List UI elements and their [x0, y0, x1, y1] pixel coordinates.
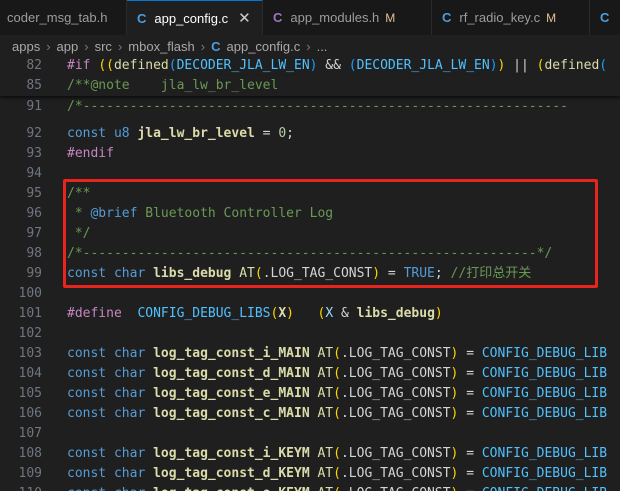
c-file-icon: C: [600, 10, 610, 25]
tab-label: coder_msg_tab.h: [7, 10, 108, 25]
line-number: 102: [18, 326, 42, 341]
code-line[interactable]: 91 /*------------------------------------…: [0, 97, 620, 117]
sticky-scroll-line[interactable]: 82 #if ((defined(DECODER_JLA_LW_EN) && (D…: [0, 57, 620, 76]
code-text: const char log_tag_const_i_MAIN AT(.LOG_…: [67, 346, 608, 361]
code-line[interactable]: 100: [0, 284, 620, 304]
code-text: #if ((defined(DECODER_JLA_LW_EN) && (DEC…: [67, 58, 608, 73]
code-text: #define CONFIG_DEBUG_LIBS(X) (X & libs_d…: [67, 306, 443, 321]
line-number: 104: [18, 366, 42, 381]
editor-tab-bar: coder_msg_tab.h Capp_config.c ✕ Capp_module…: [0, 0, 620, 35]
code-line[interactable]: 94: [0, 164, 620, 184]
modified-indicator: M: [546, 10, 557, 25]
code-text: /*--------------------------------------…: [67, 246, 553, 261]
modified-indicator: M: [385, 10, 396, 25]
chevron-right-icon: ›: [200, 38, 206, 54]
breadcrumb-item[interactable]: app: [57, 39, 79, 54]
code-text: const char log_tag_const_e_MAIN AT(.LOG_…: [67, 386, 608, 401]
code-line[interactable]: 97 */: [0, 224, 620, 244]
line-number: 105: [18, 386, 42, 401]
code-line[interactable]: 103 const char log_tag_const_i_MAIN AT(.L…: [0, 344, 620, 364]
line-number: 95: [26, 186, 42, 201]
sticky-scroll-line[interactable]: 85 /**@note jla_lw_br_level: [0, 76, 620, 96]
code-line[interactable]: 98 /*------------------------------------…: [0, 244, 620, 264]
line-number: 106: [18, 406, 42, 421]
code-text: const char log_tag_const_c_MAIN AT(.LOG_…: [67, 406, 608, 421]
code-line[interactable]: 96 * @brief Bluetooth Controller Log: [0, 204, 620, 224]
breadcrumb-item[interactable]: src: [95, 39, 112, 54]
tab-coder_msg_tab-h[interactable]: coder_msg_tab.h: [0, 0, 127, 35]
line-number: 94: [26, 166, 42, 181]
tab-app_modules-h[interactable]: Capp_modules.h M: [263, 0, 432, 35]
code-text: /**: [67, 186, 91, 201]
chevron-right-icon: ›: [117, 38, 123, 54]
code-text: const char log_tag_const_i_KEYM AT(.LOG_…: [67, 446, 608, 461]
tab-app_config-c[interactable]: Capp_config.c ✕: [127, 0, 263, 35]
tab-overflow[interactable]: C: [590, 0, 620, 35]
line-number: 103: [18, 346, 42, 361]
code-line[interactable]: 101 #define CONFIG_DEBUG_LIBS(X) (X & lib…: [0, 304, 620, 324]
line-number: 107: [18, 426, 42, 441]
line-number: 93: [26, 146, 42, 161]
code-text: const char log_tag_const_e_KEYM AT(.LOG_…: [67, 484, 607, 491]
code-line[interactable]: 95 /**: [0, 184, 620, 204]
breadcrumb: apps › app › src › mbox_flash › Capp_config.c ›..…: [0, 35, 620, 57]
breadcrumb-symbol[interactable]: ...: [317, 39, 328, 54]
chevron-right-icon: ›: [84, 38, 89, 54]
line-number: 97: [26, 226, 42, 241]
tab-label: rf_radio_key.c: [459, 10, 541, 25]
line-number: 91: [26, 99, 42, 114]
code-line[interactable]: 93 #endif: [0, 144, 620, 164]
code-line[interactable]: 92 const u8 jla_lw_br_level = 0;: [0, 124, 620, 144]
code-text: /**@note jla_lw_br_level: [67, 78, 279, 93]
tab-label: app_modules.h: [290, 10, 380, 25]
c-file-icon: C: [211, 38, 221, 54]
c-file-icon: C: [273, 10, 283, 25]
code-line[interactable]: 104 const char log_tag_const_d_MAIN AT(.L…: [0, 364, 620, 384]
line-number: 96: [26, 206, 42, 221]
code-line[interactable]: 107: [0, 424, 620, 444]
code-text: const u8 jla_lw_br_level = 0;: [67, 126, 294, 141]
code-line[interactable]: 102: [0, 324, 620, 344]
chevron-right-icon: ›: [306, 38, 311, 54]
line-number: 99: [26, 266, 42, 281]
code-text: #endif: [67, 146, 114, 161]
line-number: 110: [0, 484, 42, 491]
tab-label: app_config.c: [154, 10, 229, 26]
breadcrumb-file[interactable]: app_config.c: [227, 39, 301, 54]
line-number: 108: [18, 446, 42, 461]
breadcrumb-item[interactable]: mbox_flash: [128, 39, 194, 54]
line-number: 100: [18, 286, 42, 301]
code-text: * @brief Bluetooth Controller Log: [67, 206, 334, 221]
code-text: const char log_tag_const_d_KEYM AT(.LOG_…: [67, 466, 608, 481]
tab-rf_radio_key-c[interactable]: Crf_radio_key.c M: [432, 0, 590, 35]
code-editor[interactable]: 82 #if ((defined(DECODER_JLA_LW_EN) && (D…: [0, 57, 620, 491]
c-file-icon: C: [137, 10, 147, 26]
close-icon[interactable]: ✕: [238, 9, 251, 27]
line-number: 92: [26, 126, 42, 141]
code-line[interactable]: 108 const char log_tag_const_i_KEYM AT(.L…: [0, 444, 620, 464]
code-line[interactable]: 109 const char log_tag_const_d_KEYM AT(.L…: [0, 464, 620, 484]
code-line[interactable]: 106 const char log_tag_const_c_MAIN AT(.L…: [0, 404, 620, 424]
code-text: const char libs_debug AT(.LOG_TAG_CONST)…: [67, 266, 532, 281]
line-number: 85: [26, 78, 42, 93]
code-text: */: [67, 226, 91, 241]
code-line[interactable]: 110 const char log_tag_const_e_KEYM AT(.L…: [0, 484, 620, 491]
line-number: 101: [18, 306, 42, 321]
code-text: const char log_tag_const_d_MAIN AT(.LOG_…: [67, 366, 608, 381]
line-number: 109: [18, 466, 42, 481]
code-text: /*--------------------------------------…: [67, 99, 568, 114]
c-file-icon: C: [442, 10, 452, 25]
code-line[interactable]: 99 const char libs_debug AT(.LOG_TAG_CONS…: [0, 264, 620, 284]
line-number: 98: [26, 246, 42, 261]
code-line[interactable]: 105 const char log_tag_const_e_MAIN AT(.L…: [0, 384, 620, 404]
chevron-right-icon: ›: [46, 38, 51, 54]
line-number: 82: [26, 58, 42, 73]
breadcrumb-item[interactable]: apps: [12, 39, 40, 54]
